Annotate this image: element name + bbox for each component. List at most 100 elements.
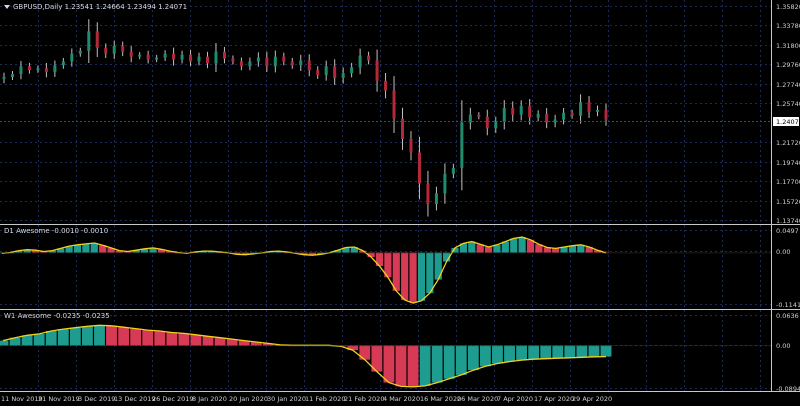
candle[interactable] <box>316 70 320 76</box>
x-tick: 3 Dec 2019 <box>78 395 115 403</box>
candle[interactable] <box>570 112 574 116</box>
candle[interactable] <box>409 138 413 153</box>
candle[interactable] <box>596 109 600 112</box>
candle[interactable] <box>180 54 184 60</box>
candle[interactable] <box>231 58 235 62</box>
candle[interactable] <box>536 113 540 118</box>
candle[interactable] <box>19 66 23 75</box>
y-tick: 1.25740 <box>776 100 800 108</box>
candle[interactable] <box>579 102 583 116</box>
candle[interactable] <box>333 66 337 78</box>
candle[interactable] <box>95 31 99 48</box>
ao-bar <box>417 252 426 301</box>
candle[interactable] <box>87 31 91 51</box>
y-tick: 0.00 <box>776 342 790 350</box>
candle[interactable] <box>239 61 243 67</box>
candle[interactable] <box>129 51 133 57</box>
candle[interactable] <box>350 67 354 74</box>
x-tick: 29 Apr 2020 <box>572 395 612 403</box>
candle[interactable] <box>273 56 277 67</box>
ao-bar <box>401 252 409 300</box>
ao-bar <box>82 243 90 253</box>
ao-bar <box>214 337 226 346</box>
candle[interactable] <box>104 47 108 54</box>
candle[interactable] <box>265 57 269 67</box>
y-tick: 1.31800 <box>776 42 800 50</box>
y-tick: 0.0636 <box>776 312 799 320</box>
candle[interactable] <box>205 56 209 64</box>
candle[interactable] <box>392 90 396 119</box>
candle[interactable] <box>358 55 362 68</box>
ao-bar <box>383 345 395 383</box>
candle[interactable] <box>121 45 125 52</box>
ao-bar <box>106 325 117 346</box>
candle[interactable] <box>443 173 447 194</box>
x-tick: 13 Dec 2019 <box>114 395 156 403</box>
candle[interactable] <box>256 57 260 62</box>
candle[interactable] <box>417 152 421 184</box>
candle[interactable] <box>426 183 430 204</box>
candle[interactable] <box>189 54 193 62</box>
ao-bar <box>90 242 98 253</box>
candle[interactable] <box>485 116 489 129</box>
x-tick: 16 Mar 2020 <box>420 395 461 403</box>
candle[interactable] <box>511 107 515 115</box>
candle[interactable] <box>460 122 464 169</box>
candle[interactable] <box>163 53 167 58</box>
candle[interactable] <box>494 121 498 129</box>
ao-bar <box>21 335 33 346</box>
candle[interactable] <box>138 54 142 57</box>
ao-bar <box>516 345 528 361</box>
candle[interactable] <box>562 112 566 120</box>
candle[interactable] <box>519 106 523 115</box>
candle[interactable] <box>53 65 57 73</box>
y-tick: 0.00 <box>776 248 790 256</box>
ao-bar <box>484 247 493 253</box>
candle[interactable] <box>214 51 218 64</box>
candle[interactable] <box>477 114 481 117</box>
candle[interactable] <box>61 61 65 66</box>
candle[interactable] <box>502 107 506 122</box>
candle[interactable] <box>299 60 303 66</box>
candle[interactable] <box>78 50 82 54</box>
candle[interactable] <box>70 53 74 62</box>
candle[interactable] <box>155 57 159 60</box>
candle[interactable] <box>324 66 328 76</box>
ao-bar <box>409 252 417 304</box>
ao-bar <box>45 331 57 346</box>
candle[interactable] <box>248 61 252 67</box>
candle[interactable] <box>367 55 371 61</box>
candle[interactable] <box>197 56 201 62</box>
ao-bar <box>166 332 178 346</box>
candle[interactable] <box>172 53 176 60</box>
candle[interactable] <box>290 61 294 66</box>
candle[interactable] <box>10 74 14 77</box>
candle[interactable] <box>341 73 345 78</box>
x-tick: 4 Mar 2020 <box>383 395 420 403</box>
candle[interactable] <box>282 56 286 62</box>
candle[interactable] <box>587 102 591 112</box>
ao-bar <box>455 345 467 375</box>
candle[interactable] <box>36 68 40 71</box>
candle[interactable] <box>27 66 31 71</box>
ao-bar <box>564 345 576 358</box>
ao-bar <box>443 345 455 379</box>
ao-bar <box>467 345 479 371</box>
candle[interactable] <box>604 109 608 120</box>
candle[interactable] <box>434 193 438 204</box>
candle[interactable] <box>2 76 6 79</box>
ao-bar <box>510 238 518 253</box>
candle[interactable] <box>528 106 532 118</box>
y-tick: 1.27740 <box>776 81 800 89</box>
ao-bar <box>419 345 431 386</box>
candle[interactable] <box>451 168 455 174</box>
candle[interactable] <box>307 60 311 71</box>
candle[interactable] <box>146 54 150 60</box>
candle[interactable] <box>44 68 48 73</box>
candle[interactable] <box>375 60 379 81</box>
ao-bar <box>57 329 69 346</box>
candle[interactable] <box>112 45 116 54</box>
candle[interactable] <box>384 80 388 91</box>
trading-chart[interactable]: GBPUSD,Daily 1.23541 1.24664 1.23494 1.2… <box>0 0 800 406</box>
candle[interactable] <box>222 51 226 59</box>
